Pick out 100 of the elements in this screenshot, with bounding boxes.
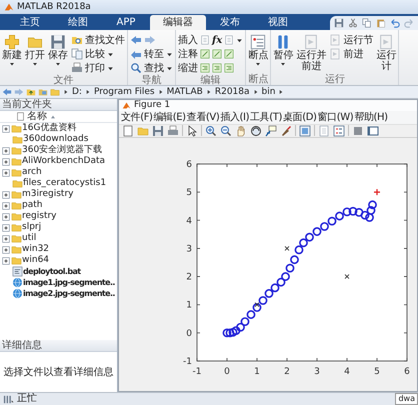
file-name[interactable]: registry [22,211,56,222]
ribbon-button[interactable]: 打开 [24,33,46,75]
path-segment[interactable]: MATLAB [166,86,203,98]
cross-marker [284,246,290,251]
hand-icon[interactable] [235,124,247,137]
ribbon-button[interactable]: 打印 [70,61,126,75]
file-name[interactable]: 360downloads [23,134,88,145]
menu-item[interactable]: 工具(T) [250,110,282,124]
folder-up-icon[interactable] [26,87,36,97]
file-name[interactable]: m3iregistry [22,189,74,200]
file-name[interactable]: AliWorkbenchData [22,156,106,167]
expand-icon[interactable] [1,212,11,222]
menu-item[interactable]: 窗口(W) [318,110,354,124]
ribbon-button[interactable]: 运行节 [328,33,374,47]
undo-icon[interactable] [390,18,400,28]
file-name[interactable]: util [22,233,36,244]
folder-icon [11,255,22,266]
ribbon-button[interactable]: 新建 [1,33,23,75]
path-segment[interactable]: bin [262,86,276,98]
folder-search-icon [71,34,83,46]
group-label: 运行 [324,74,346,85]
ribbon-button[interactable]: 插入 fx [177,33,244,47]
column-header[interactable]: 名称 [27,111,47,122]
menu-item[interactable]: 文件(F) [121,110,153,124]
document-icon [200,35,210,45]
group-label: 文件 [52,75,74,85]
file-name[interactable]: files_ceratocystis1 [23,178,106,189]
file-name[interactable]: 16G优盘资料 [22,123,76,134]
ribbon-button[interactable]: 断点 [247,33,270,74]
run-document-icon [329,48,342,60]
expand-icon[interactable] [1,244,11,254]
ribbon-tab[interactable]: 主页 [6,15,54,30]
ribbon-button[interactable]: 比较 [70,47,126,61]
file-name[interactable]: 360安全浏览器下载 [22,145,102,156]
tick-label: 4 [186,216,192,226]
data-tip-icon[interactable] [265,124,277,137]
ribbon-button[interactable]: 暂停 [272,33,294,74]
file-name[interactable]: arch [22,167,42,178]
file-name[interactable]: path [22,200,42,211]
expand-icon[interactable] [1,168,11,178]
menu-item[interactable]: 帮助(H) [354,110,388,124]
ribbon-button[interactable]: 运行并 前进 [295,33,328,74]
ribbon-tab[interactable]: 发布 [206,15,254,30]
printer-icon[interactable] [167,124,179,137]
square-icon[interactable] [352,124,364,137]
path-segment[interactable]: D: [72,86,82,98]
ribbon-button[interactable]: 前进 [328,47,374,61]
menu-item[interactable]: 桌面(D) [283,110,317,124]
legend-icon[interactable] [333,124,345,137]
ribbon-tab[interactable]: APP [102,15,150,30]
expand-icon[interactable] [1,190,11,200]
ribbon-button[interactable]: 缩进 [177,61,244,75]
expand-icon[interactable] [1,146,11,156]
file-name[interactable]: image1.jpg-segmente.. [23,277,115,288]
expand-icon[interactable] [1,156,11,166]
caret-icon [55,61,61,67]
rotate-icon[interactable] [250,124,262,137]
ribbon-tab[interactable]: 编辑器 [150,15,206,30]
menu-item[interactable]: 查看(V) [186,110,220,124]
circle-marker [365,213,374,222]
ribbon-button[interactable]: 转至 [129,47,174,61]
window-icon[interactable] [367,124,379,137]
path-segment[interactable]: R2018a [214,86,250,98]
expand-icon[interactable] [1,200,11,210]
ribbon-button[interactable]: 保存 [47,33,69,75]
path-segment[interactable]: Program Files [94,86,155,98]
file-name[interactable]: win32 [22,244,50,255]
colorbar-icon[interactable] [299,124,311,137]
ribbon-button[interactable]: 运行 计 [375,33,398,74]
new-file-icon[interactable] [122,124,134,137]
file-name[interactable]: image2.jpg-segmente.. [23,288,115,299]
expand-icon[interactable] [1,256,11,266]
clipboard-icon[interactable] [376,18,386,28]
caret-icon [9,61,15,67]
expand-icon[interactable] [1,124,11,134]
circle-marker [264,289,274,298]
file-name[interactable]: slprj [22,222,42,233]
ribbon-button[interactable]: 注释 [177,47,244,61]
ribbon-tab[interactable]: 绘图 [54,15,102,30]
zoom-out-icon[interactable] [220,124,232,137]
expand-icon[interactable] [1,234,11,244]
arrow-left-icon[interactable] [130,34,142,46]
ribbon-button[interactable]: 查找文件 [70,33,126,47]
expand-icon[interactable] [1,222,11,232]
copy-icon[interactable] [362,18,372,28]
arrow-left-icon[interactable] [2,87,12,97]
circle-marker [246,310,256,319]
menu-item[interactable]: 插入(I) [220,110,250,124]
ribbon-tab[interactable]: 视图 [254,15,302,30]
folder-icon [11,233,22,244]
menu-item[interactable]: 编辑(E) [154,110,186,124]
tick-label: 1 [254,367,260,377]
scissors-icon[interactable] [348,18,358,28]
circle-marker [312,227,322,236]
file-name[interactable]: win64 [22,255,50,266]
zoom-in-icon[interactable] [205,124,217,137]
file-name[interactable]: deploytool.bat [23,266,80,277]
brush-icon[interactable] [280,124,292,137]
ribbon-button[interactable]: 查找 [129,61,174,75]
pointer-icon[interactable] [186,124,198,137]
